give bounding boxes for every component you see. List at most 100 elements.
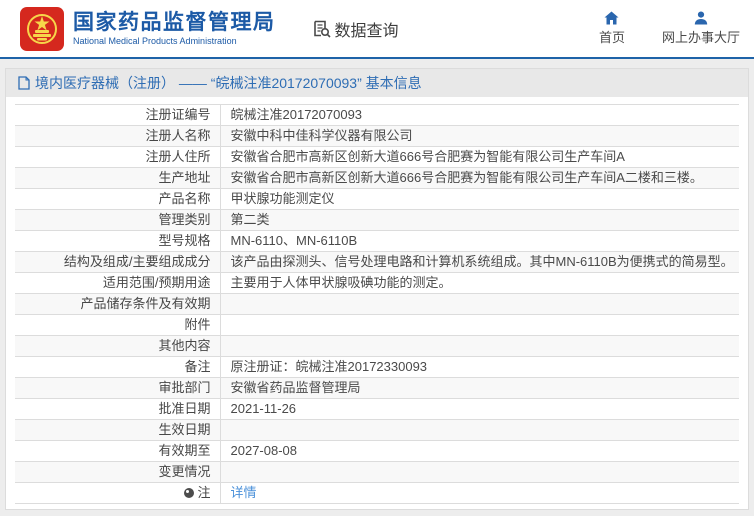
document-icon — [18, 76, 30, 90]
table-row: 适用范围/预期用途 主要用于人体甲状腺吸碘功能的测定。 — [15, 273, 739, 294]
row-label-cell: 适用范围/预期用途 — [15, 273, 220, 294]
table-row: 注 详情 — [15, 483, 739, 504]
site-logo[interactable]: 国家药品监督管理局 National Medical Products Admi… — [20, 7, 276, 51]
row-label: 有效期至 — [158, 443, 210, 458]
table-row: 生效日期 — [15, 420, 739, 441]
page-title: 境内医疗器械（注册） —— “皖械注准20172070093” 基本信息 — [18, 73, 422, 93]
nav-service-hall[interactable]: 网上办事大厅 — [662, 11, 740, 46]
row-value-cell: 原注册证：皖械注准20172330093 — [220, 357, 739, 378]
user-icon — [694, 11, 708, 25]
data-query-menu[interactable]: 数据查询 — [312, 17, 399, 41]
row-value: 安徽中科中佳科学仪器有限公司 — [231, 128, 413, 143]
row-label: 注册人名称 — [145, 128, 210, 143]
table-row: 批准日期 2021-11-26 — [15, 399, 739, 420]
row-label: 生产地址 — [158, 170, 210, 185]
table-row: 注册证编号 皖械注准20172070093 — [15, 105, 739, 126]
row-value-cell: 2021-11-26 — [220, 399, 739, 420]
row-label-cell: 批准日期 — [15, 399, 220, 420]
row-value: 原注册证：皖械注准20172330093 — [231, 359, 428, 374]
table-row: 其他内容 — [15, 336, 739, 357]
table-row: 产品储存条件及有效期 — [15, 294, 739, 315]
registration-info-rows: 注册证编号 皖械注准20172070093 注册人名称 安徽中科中佳科学仪器有限… — [15, 105, 739, 504]
row-label-cell: 其他内容 — [15, 336, 220, 357]
row-label: 注册人住所 — [145, 149, 210, 164]
row-value: 该产品由探测头、信号处理电路和计算机系统组成。其中MN-6110B为便携式的简易… — [231, 254, 734, 269]
row-label-cell: 生产地址 — [15, 168, 220, 189]
row-label: 注册证编号 — [145, 107, 210, 122]
registration-info-table: 注册证编号 皖械注准20172070093 注册人名称 安徽中科中佳科学仪器有限… — [15, 104, 739, 504]
org-name-zh: 国家药品监督管理局 — [73, 11, 276, 35]
row-value-cell: 2027-08-08 — [220, 441, 739, 462]
row-label-cell: 产品储存条件及有效期 — [15, 294, 220, 315]
row-value: 安徽省合肥市高新区创新大道666号合肥赛为智能有限公司生产车间A二楼和三楼。 — [231, 170, 703, 185]
table-row: 产品名称 甲状腺功能测定仪 — [15, 189, 739, 210]
row-label-cell: 有效期至 — [15, 441, 220, 462]
row-label: 适用范围/预期用途 — [103, 275, 211, 290]
row-value: 2027-08-08 — [231, 443, 298, 458]
page-title-bar: 境内医疗器械（注册） —— “皖械注准20172070093” 基本信息 — [6, 69, 748, 97]
row-label-cell: 生效日期 — [15, 420, 220, 441]
row-value-cell: 详情 — [220, 483, 739, 504]
row-label-cell: 管理类别 — [15, 210, 220, 231]
row-value: 主要用于人体甲状腺吸碘功能的测定。 — [231, 275, 452, 290]
row-label-cell: 型号规格 — [15, 231, 220, 252]
row-value-cell: 皖械注准20172070093 — [220, 105, 739, 126]
row-value-cell: MN-6110、MN-6110B — [220, 231, 739, 252]
row-value-cell — [220, 420, 739, 441]
table-row: 型号规格 MN-6110、MN-6110B — [15, 231, 739, 252]
row-value: 第二类 — [231, 212, 270, 227]
data-query-label: 数据查询 — [335, 17, 399, 41]
row-label-cell: 注册人名称 — [15, 126, 220, 147]
row-value: 皖械注准20172070093 — [231, 107, 363, 122]
row-value-cell: 安徽中科中佳科学仪器有限公司 — [220, 126, 739, 147]
org-title-block: 国家药品监督管理局 National Medical Products Admi… — [73, 11, 276, 47]
national-emblem-icon — [20, 7, 64, 51]
nav-home-label: 首页 — [599, 27, 625, 46]
table-row: 结构及组成/主要组成成分 该产品由探测头、信号处理电路和计算机系统组成。其中MN… — [15, 252, 739, 273]
row-label-cell: 注册证编号 — [15, 105, 220, 126]
table-row: 变更情况 — [15, 462, 739, 483]
row-label-cell: 变更情况 — [15, 462, 220, 483]
row-label-cell: 审批部门 — [15, 378, 220, 399]
row-label-cell: 附件 — [15, 315, 220, 336]
row-label: 结构及组成/主要组成成分 — [64, 254, 211, 269]
row-label: 附件 — [184, 317, 210, 332]
row-label: 产品名称 — [158, 191, 210, 206]
page-title-text: 境内医疗器械（注册） —— “皖械注准20172070093” 基本信息 — [35, 73, 422, 93]
detail-link[interactable]: 详情 — [231, 485, 257, 500]
table-row: 备注 原注册证：皖械注准20172330093 — [15, 357, 739, 378]
table-row: 管理类别 第二类 — [15, 210, 739, 231]
row-label: 其他内容 — [158, 338, 210, 353]
row-value: 安徽省药品监督管理局 — [231, 380, 361, 395]
row-label: 生效日期 — [158, 422, 210, 437]
row-value: 2021-11-26 — [231, 401, 297, 416]
nav-home[interactable]: 首页 — [592, 11, 632, 46]
top-nav: 首页 网上办事大厅 — [592, 11, 740, 46]
row-label: 变更情况 — [158, 464, 210, 479]
table-row: 注册人住所 安徽省合肥市高新区创新大道666号合肥赛为智能有限公司生产车间A — [15, 147, 739, 168]
data-query-icon — [312, 19, 331, 38]
row-label: 备注 — [184, 359, 210, 374]
row-value-cell: 甲状腺功能测定仪 — [220, 189, 739, 210]
row-value-cell: 安徽省药品监督管理局 — [220, 378, 739, 399]
row-value-cell: 主要用于人体甲状腺吸碘功能的测定。 — [220, 273, 739, 294]
row-label: 型号规格 — [158, 233, 210, 248]
site-header: 国家药品监督管理局 National Medical Products Admi… — [0, 0, 754, 59]
row-label-cell: 注册人住所 — [15, 147, 220, 168]
row-value-cell: 第二类 — [220, 210, 739, 231]
table-row: 有效期至 2027-08-08 — [15, 441, 739, 462]
row-value: MN-6110、MN-6110B — [231, 233, 358, 248]
row-label: 产品储存条件及有效期 — [80, 296, 210, 311]
row-label: 批准日期 — [158, 401, 210, 416]
row-value: 甲状腺功能测定仪 — [231, 191, 335, 206]
row-value-cell — [220, 462, 739, 483]
nav-service-hall-label: 网上办事大厅 — [662, 27, 740, 46]
row-label: 审批部门 — [158, 380, 210, 395]
bulb-icon — [184, 488, 194, 498]
table-row: 审批部门 安徽省药品监督管理局 — [15, 378, 739, 399]
row-value-cell — [220, 336, 739, 357]
table-row: 附件 — [15, 315, 739, 336]
home-icon — [604, 11, 619, 25]
row-label-cell: 结构及组成/主要组成成分 — [15, 252, 220, 273]
row-label-cell: 备注 — [15, 357, 220, 378]
